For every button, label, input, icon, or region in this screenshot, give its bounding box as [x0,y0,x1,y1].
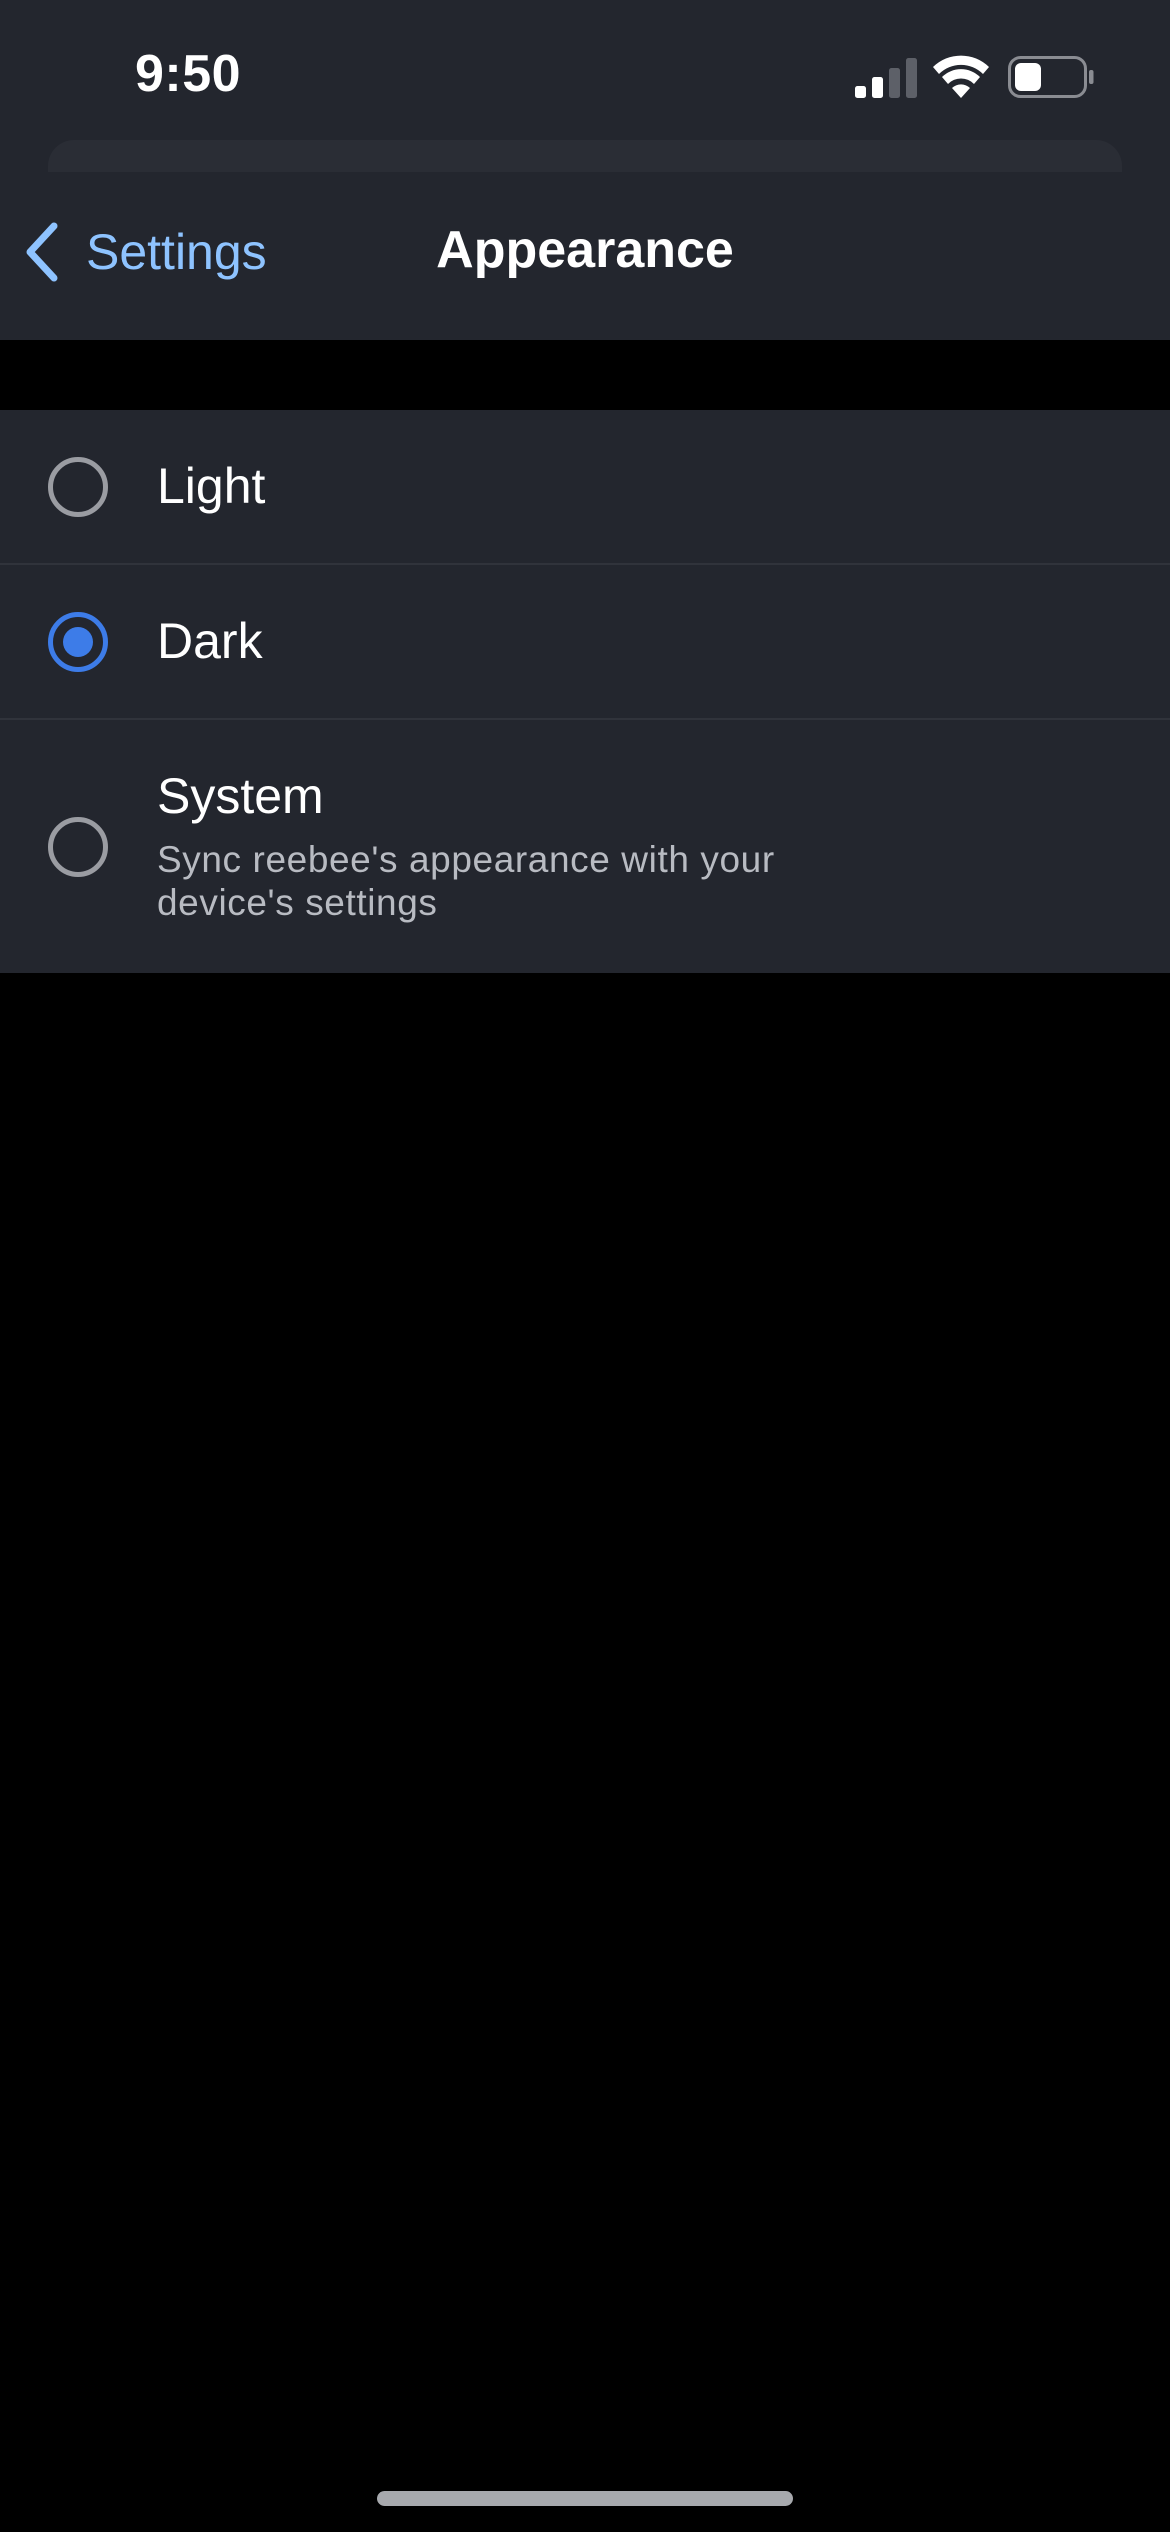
radio-system[interactable] [48,816,108,877]
sheet-top-edge [48,140,1122,172]
cellular-signal-icon [855,58,917,98]
wifi-icon [933,55,989,98]
radio-light[interactable] [48,456,108,517]
option-system[interactable]: System Sync reebee's appearance with you… [0,720,1170,973]
option-text: System Sync reebee's appearance with you… [157,768,807,925]
option-label-light: Light [157,457,266,514]
home-indicator[interactable] [377,2491,793,2506]
option-light[interactable]: Light [0,410,1170,565]
option-text: Dark [157,613,263,671]
appearance-screen: 9:50 Settings Appearance Light Dark Syst… [0,0,1170,2532]
option-dark[interactable]: Dark [0,565,1170,720]
navigation-bar: Settings Appearance [0,172,1170,340]
status-bar: 9:50 [0,0,1170,140]
header-area: 9:50 Settings Appearance [0,0,1170,340]
radio-dark[interactable] [48,611,108,672]
option-label-system: System [157,768,324,825]
status-time: 9:50 [135,45,242,103]
page-title: Appearance [436,221,734,279]
option-label-dark: Dark [157,612,263,669]
appearance-options-list: Light Dark System Sync reebee's appearan… [0,410,1170,973]
battery-icon [1008,56,1094,98]
option-description-system: Sync reebee's appearance with your devic… [157,838,775,924]
option-text: Light [157,458,265,516]
